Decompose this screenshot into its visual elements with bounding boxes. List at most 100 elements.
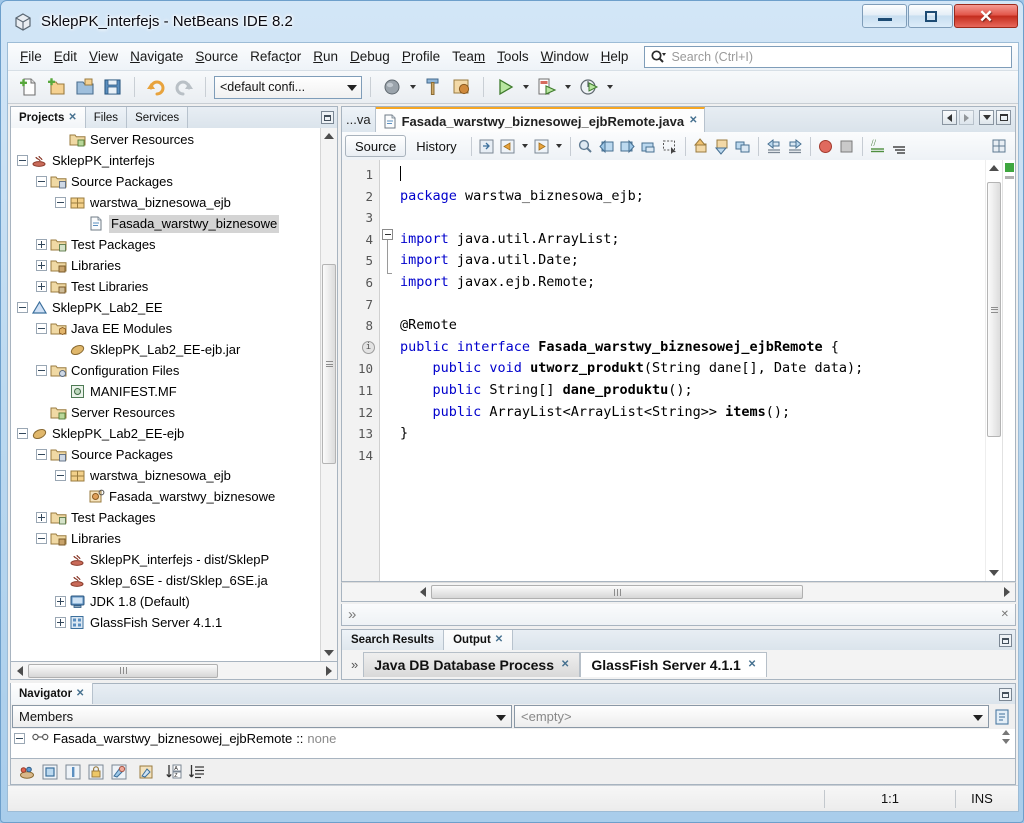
tab-list-button[interactable]	[979, 110, 994, 125]
scroll-right-button[interactable]	[320, 663, 337, 679]
close-icon[interactable]: ✕	[495, 635, 503, 645]
minimize-button[interactable]	[862, 4, 907, 28]
next-bookmark-icon[interactable]	[618, 136, 638, 156]
configuration-combo[interactable]: <default confi...	[214, 75, 362, 99]
tree-node[interactable]: Source Packages	[11, 171, 320, 192]
show-static-icon[interactable]	[136, 762, 156, 782]
editor-vscrollbar[interactable]	[985, 160, 1002, 581]
forward-dropdown-caret-icon[interactable]	[555, 144, 562, 148]
close-icon[interactable]: ✕	[76, 688, 84, 699]
tab-navigator[interactable]: Navigator ✕	[11, 683, 94, 704]
tree-node[interactable]: GlassFish Server 4.1.1	[11, 612, 320, 633]
clean-and-build-icon[interactable]	[449, 74, 475, 100]
scroll-tabs-right-button[interactable]	[959, 110, 974, 125]
sort-alphabetically-icon[interactable]: AZ	[164, 762, 184, 782]
minimize-window-button[interactable]	[999, 688, 1012, 701]
show-public-icon[interactable]	[40, 762, 60, 782]
toggle-highlight-icon[interactable]	[733, 136, 753, 156]
shift-right-icon[interactable]	[785, 136, 805, 156]
menu-source[interactable]: Source	[189, 46, 244, 67]
tree-node[interactable]: JDK 1.8 (Default)	[11, 591, 320, 612]
tree-node[interactable]: Fasada_warstwy_biznesowe	[11, 486, 320, 507]
scroll-down-button[interactable]	[322, 645, 337, 661]
clean-build-icon[interactable]	[421, 74, 447, 100]
hscrollbar-thumb[interactable]	[431, 585, 803, 599]
show-private-icon[interactable]	[109, 762, 129, 782]
tree-node[interactable]: Test Packages	[11, 234, 320, 255]
tree-node[interactable]: Configuration Files	[11, 360, 320, 381]
menu-navigate[interactable]: Navigate	[124, 46, 189, 67]
tree-expand-toggle[interactable]	[36, 512, 47, 523]
code-line[interactable]	[400, 445, 985, 467]
scrollbar-thumb[interactable]	[987, 182, 1001, 437]
projects-tree-hscrollbar[interactable]	[10, 662, 338, 680]
toggle-bookmark-icon[interactable]	[639, 136, 659, 156]
code-line[interactable]: public interface Fasada_warstwy_biznesow…	[400, 337, 985, 359]
tree-node[interactable]: warstwa_biznesowa_ejb	[11, 192, 320, 213]
close-icon[interactable]: ✕	[689, 116, 697, 126]
tree-node[interactable]: Source Packages	[11, 444, 320, 465]
tree-node[interactable]: SklepPK_Lab2_EE	[11, 297, 320, 318]
tree-node[interactable]: warstwa_biznesowa_ejb	[11, 465, 320, 486]
split-editor-icon[interactable]	[989, 136, 1009, 156]
error-annotation-strip[interactable]	[1002, 160, 1015, 581]
scroll-down-button[interactable]	[987, 565, 1002, 581]
toggle-comment-icon[interactable]: //	[868, 136, 888, 156]
tree-node[interactable]: SklepPK_interfejs - dist/SklepP	[11, 549, 320, 570]
previous-error-icon[interactable]	[691, 136, 711, 156]
tree-node[interactable]: MANIFEST.MF	[11, 381, 320, 402]
profile-dropdown-caret-icon[interactable]	[607, 85, 613, 89]
minimize-window-button[interactable]	[321, 111, 334, 124]
debug-project-icon[interactable]	[534, 74, 560, 100]
code-line[interactable]: public void utworz_produkt(String dane[]…	[400, 358, 985, 380]
maximize-button[interactable]	[908, 4, 953, 28]
save-all-icon[interactable]	[100, 74, 126, 100]
run-project-icon[interactable]	[492, 74, 518, 100]
profile-project-icon[interactable]	[576, 74, 602, 100]
start-macro-recording-icon[interactable]	[816, 136, 836, 156]
new-file-icon[interactable]	[16, 74, 42, 100]
tree-node[interactable]: Server Resources	[11, 129, 320, 150]
tree-node[interactable]: Test Libraries	[11, 276, 320, 297]
tree-node[interactable]: Libraries	[11, 528, 320, 549]
editor-hscrollbar[interactable]	[341, 582, 1016, 602]
close-icon[interactable]: ✕	[561, 660, 569, 670]
code-folding-column[interactable]	[380, 160, 394, 581]
tree-node[interactable]: Sklep_6SE - dist/Sklep_6SE.ja	[11, 570, 320, 591]
maximize-editor-button[interactable]	[996, 110, 1011, 125]
tab-services[interactable]: Services	[127, 107, 189, 128]
tree-expand-toggle[interactable]	[55, 596, 66, 607]
tree-collapse-toggle[interactable]	[36, 533, 47, 544]
build-project-icon[interactable]	[379, 74, 405, 100]
scroll-left-button[interactable]	[414, 584, 431, 600]
close-button[interactable]: ✕	[954, 4, 1018, 28]
scroll-tabs-icon[interactable]: »	[346, 657, 363, 672]
menu-file[interactable]: File	[14, 46, 48, 67]
menu-tools[interactable]: Tools	[491, 46, 535, 67]
navigator-filter-combo[interactable]: <empty>	[514, 705, 989, 728]
forward-icon[interactable]	[532, 136, 552, 156]
tree-node[interactable]: SklepPK_Lab2_EE-ejb.jar	[11, 339, 320, 360]
tree-node[interactable]: Fasada_warstwy_biznesowe	[11, 213, 320, 234]
code-line[interactable]: import java.util.Date;	[400, 250, 985, 272]
tree-node[interactable]: Test Packages	[11, 507, 320, 528]
code-line[interactable]: public String[] dane_produktu();	[400, 380, 985, 402]
projects-tree-scrollbar[interactable]	[320, 128, 337, 661]
scroll-up-button[interactable]	[322, 128, 337, 144]
tree-expand-toggle[interactable]	[55, 617, 66, 628]
navigator-scope-combo[interactable]: Members	[12, 705, 512, 728]
tree-collapse-toggle[interactable]	[55, 197, 66, 208]
tree-node[interactable]: SklepPK_interfejs	[11, 150, 320, 171]
tab-search-results[interactable]: Search Results	[342, 630, 445, 650]
menu-team[interactable]: Team	[446, 46, 491, 67]
close-icon[interactable]: ✕	[68, 112, 76, 123]
tree-node[interactable]: Libraries	[11, 255, 320, 276]
tab-projects[interactable]: Projects ✕	[11, 107, 86, 128]
menu-window[interactable]: Window	[535, 46, 595, 67]
tree-node[interactable]: Server Resources	[11, 402, 320, 423]
menu-debug[interactable]: Debug	[344, 46, 396, 67]
build-dropdown-caret-icon[interactable]	[410, 85, 416, 89]
new-project-icon[interactable]	[44, 74, 70, 100]
code-line[interactable]: import java.util.ArrayList;	[400, 229, 985, 251]
redo-icon[interactable]	[171, 74, 197, 100]
